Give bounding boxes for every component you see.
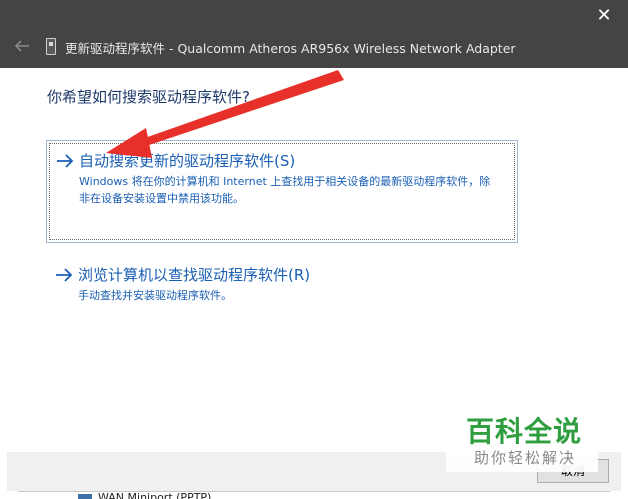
window-title: 更新驱动程序软件 - Qualcomm Atheros AR956x Wirel… xyxy=(65,41,516,56)
back-arrow-icon[interactable] xyxy=(12,36,32,56)
auto-search-option-title: 自动搜索更新的驱动程序软件(S) xyxy=(79,152,296,170)
title-bar: ✕ 更新驱动程序软件 - Qualcomm Atheros AR956x Wir… xyxy=(0,0,628,68)
right-arrow-icon xyxy=(56,268,73,282)
browse-computer-option[interactable]: 浏览计算机以查找驱动程序软件(R) 手动查找并安装驱动程序软件。 xyxy=(46,258,516,310)
watermark-slogan: 助你轻松解决 xyxy=(474,449,577,467)
background-device-list: WAN Miniport (PPTP) xyxy=(0,491,628,499)
close-icon[interactable]: ✕ xyxy=(594,6,614,26)
network-adapter-icon xyxy=(46,38,56,55)
browse-computer-option-description: 手动查找并安装驱动程序软件。 xyxy=(78,289,232,302)
browse-computer-option-title: 浏览计算机以查找驱动程序软件(R) xyxy=(78,266,311,284)
right-arrow-icon xyxy=(57,154,74,168)
auto-search-option[interactable]: 自动搜索更新的驱动程序软件(S) Windows 将在你的计算机和 Intern… xyxy=(46,140,518,243)
network-adapter-icon xyxy=(78,494,92,499)
auto-search-option-description: Windows 将在你的计算机和 Internet 上查找用于相关设备的最新驱动… xyxy=(79,175,491,205)
watermark-logo: 百科全说 xyxy=(466,415,583,448)
page-heading: 你希望如何搜索驱动程序软件? xyxy=(47,88,250,106)
device-list-item[interactable]: WAN Miniport (PPTP) xyxy=(98,491,211,499)
